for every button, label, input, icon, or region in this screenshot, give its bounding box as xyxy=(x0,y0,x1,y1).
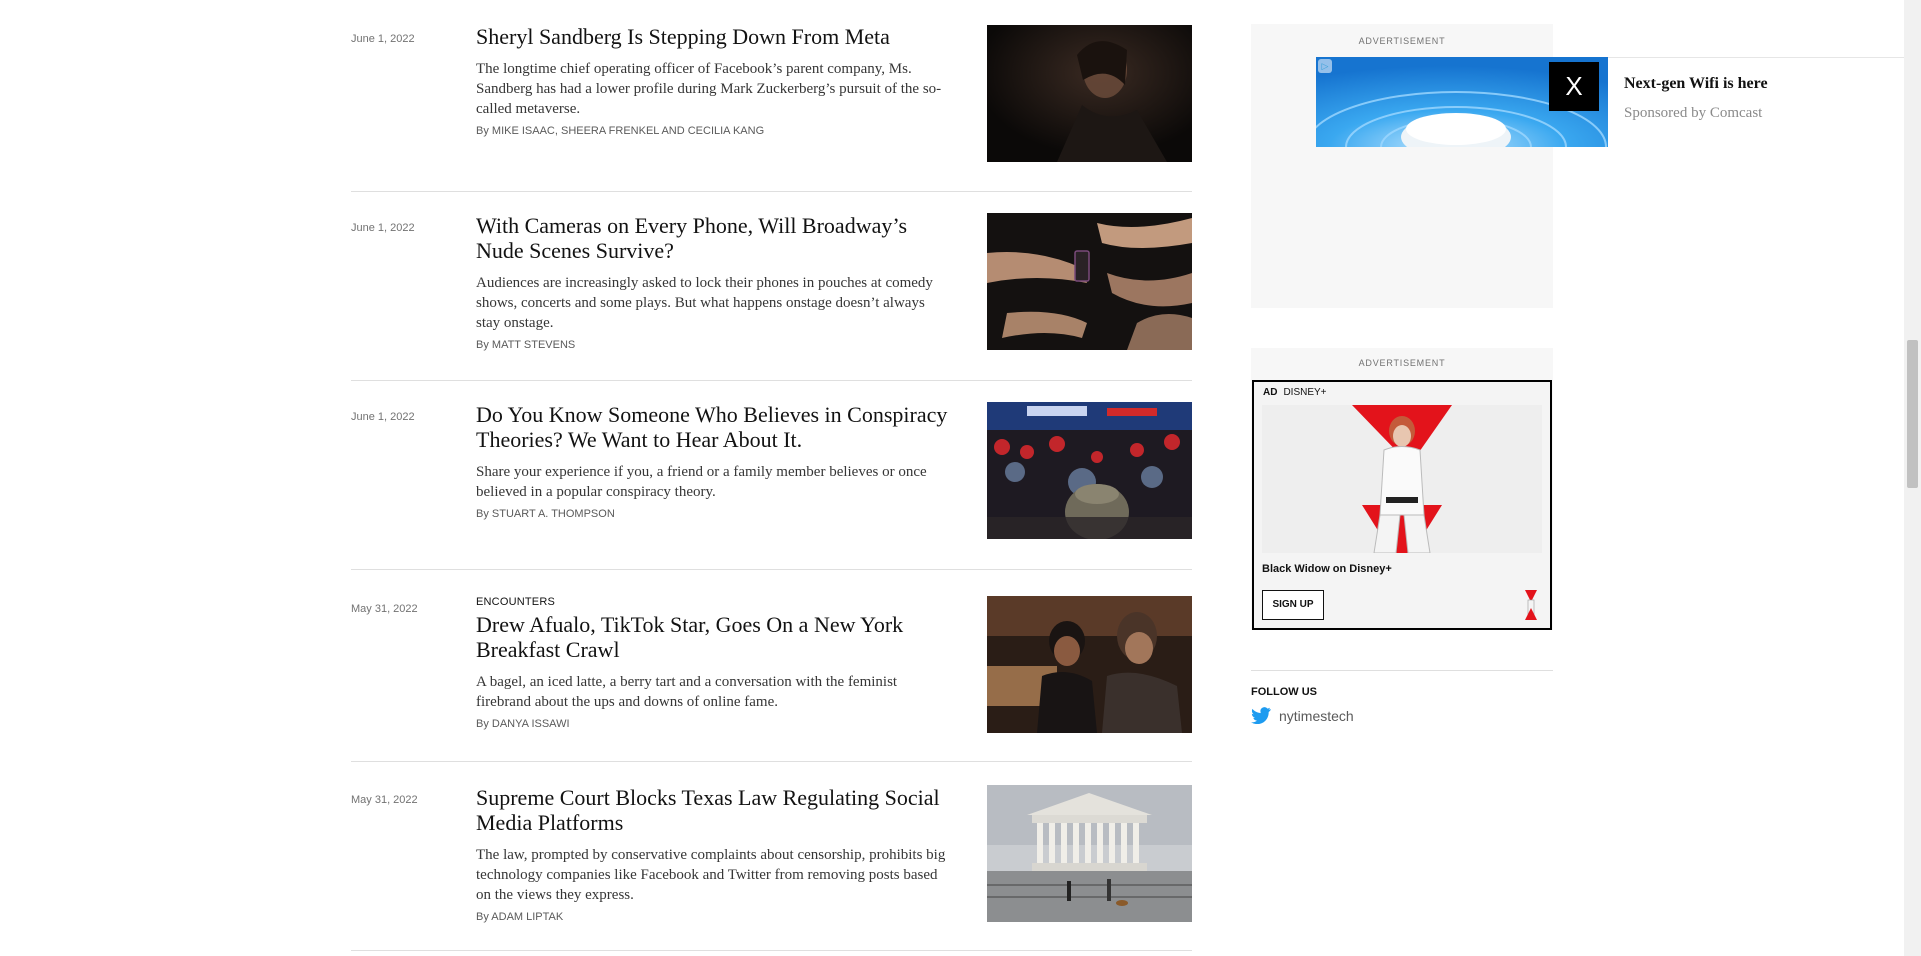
wifi-ad-sponsor: Sponsored by Comcast xyxy=(1624,105,1763,121)
photo-rally-crowd xyxy=(987,402,1192,539)
article-byline: By ADAM LIPTAK xyxy=(476,911,951,923)
black-widow-mini-icon xyxy=(1522,590,1540,620)
article-summary: The law, prompted by conservative compla… xyxy=(476,847,946,903)
article-thumbnail-broadway[interactable] xyxy=(987,213,1192,350)
article-item: June 1, 2022 Do You Know Someone Who Bel… xyxy=(351,381,1192,570)
page-scrollbar[interactable] xyxy=(1904,0,1921,956)
article-date: June 1, 2022 xyxy=(351,33,415,45)
follow-us-heading: FOLLOW US xyxy=(1251,686,1317,698)
article-headline[interactable]: Do You Know Someone Who Believes in Cons… xyxy=(476,402,951,452)
advertisement-label: ADVERTISEMENT xyxy=(1358,358,1446,368)
article-summary: Audiences are increasingly asked to lock… xyxy=(476,275,933,331)
ad-brand: DISNEY+ xyxy=(1283,387,1327,398)
article-headline[interactable]: Supreme Court Blocks Texas Law Regulatin… xyxy=(476,785,951,835)
close-ad-button[interactable]: X xyxy=(1549,62,1599,111)
photo-portrait-dark xyxy=(987,25,1192,162)
article-item: June 1, 2022 Sheryl Sandberg Is Stepping… xyxy=(351,0,1192,192)
byline-authors: ADAM LIPTAK xyxy=(491,911,564,923)
article-date: June 1, 2022 xyxy=(351,411,415,423)
article-thumbnail-sandberg[interactable] xyxy=(987,25,1192,162)
article-thumbnail-afualo[interactable] xyxy=(987,596,1192,733)
ad-tag: AD xyxy=(1263,387,1278,398)
article-body: Do You Know Someone Who Believes in Cons… xyxy=(476,402,951,520)
article-item: May 31, 2022 ENCOUNTERS Drew Afualo, Tik… xyxy=(351,570,1192,762)
article-item: June 1, 2022 With Cameras on Every Phone… xyxy=(351,192,1192,381)
byline-authors: STUART A. THOMPSON xyxy=(491,508,615,520)
page: June 1, 2022 Sheryl Sandberg Is Stepping… xyxy=(0,0,1921,956)
article-headline[interactable]: Drew Afualo, TikTok Star, Goes On a New … xyxy=(476,612,951,662)
byline-prefix: By xyxy=(476,125,489,137)
article-byline: By MATT STEVENS xyxy=(476,339,951,351)
article-body: With Cameras on Every Phone, Will Broadw… xyxy=(476,213,951,351)
byline-prefix: By xyxy=(476,508,489,520)
twitter-follow-link[interactable]: nytimestech xyxy=(1251,707,1354,724)
byline-authors: DANYA ISSAWI xyxy=(491,718,570,730)
article-headline[interactable]: With Cameras on Every Phone, Will Broadw… xyxy=(476,213,951,263)
byline-authors: MATT STEVENS xyxy=(491,339,576,351)
article-byline: By STUART A. THOMPSON xyxy=(476,508,951,520)
article-byline: By MIKE ISAAC, SHEERA FRENKEL and CECILI… xyxy=(476,125,951,137)
article-thumbnail-conspiracy[interactable] xyxy=(987,402,1192,539)
article-date: May 31, 2022 xyxy=(351,603,418,615)
article-body: Supreme Court Blocks Texas Law Regulatin… xyxy=(476,785,951,923)
article-item: May 31, 2022 Supreme Court Blocks Texas … xyxy=(351,762,1192,951)
article-body: ENCOUNTERS Drew Afualo, TikTok Star, Goe… xyxy=(476,596,951,730)
wifi-banner-ad: ▷ X Next-gen Wifi is here Sponsored by C… xyxy=(1316,57,1921,147)
photo-cafe-women xyxy=(987,596,1192,733)
twitter-bird-icon xyxy=(1251,707,1271,724)
scrollbar-thumb[interactable] xyxy=(1907,340,1918,488)
article-date: June 1, 2022 xyxy=(351,222,415,234)
byline-prefix: By xyxy=(476,911,489,923)
article-thumbnail-supreme-court[interactable] xyxy=(987,785,1192,922)
article-summary: A bagel, an iced latte, a berry tart and… xyxy=(476,674,898,710)
sidebar-divider xyxy=(1251,670,1553,671)
article-headline[interactable]: Sheryl Sandberg Is Stepping Down From Me… xyxy=(476,24,951,49)
article-byline: By DANYA ISSAWI xyxy=(476,718,951,730)
advertisement-label: ADVERTISEMENT xyxy=(1358,36,1446,46)
byline-authors: MIKE ISAAC, SHEERA FRENKEL and CECILIA K… xyxy=(491,125,765,137)
article-kicker[interactable]: ENCOUNTERS xyxy=(476,596,951,608)
article-date: May 31, 2022 xyxy=(351,794,418,806)
sign-up-button[interactable]: SIGN UP xyxy=(1262,590,1324,620)
article-summary: The longtime chief operating officer of … xyxy=(476,61,942,117)
disney-ad[interactable]: AD DISNEY+ Black Widow on Disney+ SIGN UP xyxy=(1252,380,1552,630)
black-widow-image[interactable] xyxy=(1262,405,1542,553)
article-summary: Share your experience if you, a friend o… xyxy=(476,464,927,500)
disney-ad-header: AD DISNEY+ xyxy=(1263,387,1327,398)
byline-prefix: By xyxy=(476,718,489,730)
disney-ad-title: Black Widow on Disney+ xyxy=(1262,563,1392,575)
article-stream: June 1, 2022 Sheryl Sandberg Is Stepping… xyxy=(351,0,1192,951)
wifi-ad-title[interactable]: Next-gen Wifi is here xyxy=(1624,75,1768,93)
byline-prefix: By xyxy=(476,339,489,351)
black-widow-poster xyxy=(1262,405,1542,553)
photo-supreme-court-building xyxy=(987,785,1192,922)
ad-choices-icon[interactable]: ▷ xyxy=(1318,59,1332,73)
article-body: Sheryl Sandberg Is Stepping Down From Me… xyxy=(476,24,951,137)
photo-hands-phones xyxy=(987,213,1192,350)
twitter-handle: nytimestech xyxy=(1279,707,1354,724)
